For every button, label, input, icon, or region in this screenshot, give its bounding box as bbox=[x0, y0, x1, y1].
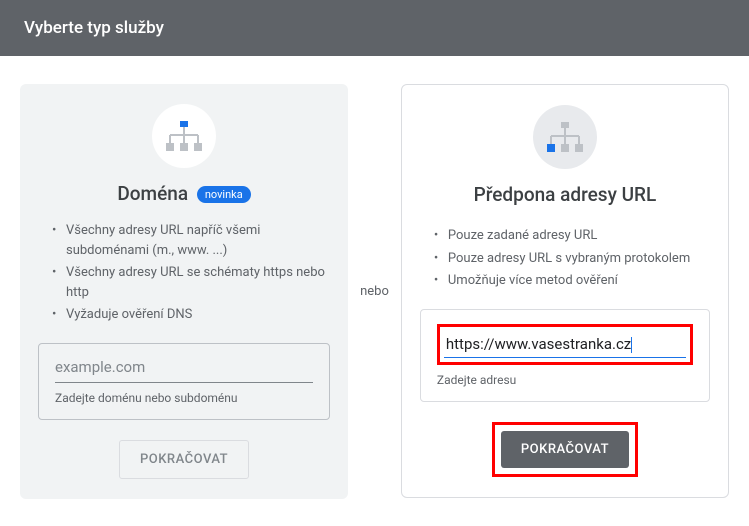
page-header: Vyberte typ služby bbox=[0, 0, 749, 56]
url-bullet-list: Pouze zadané adresy URL Pouze adresy URL… bbox=[420, 226, 710, 291]
domain-title-text: Doména bbox=[117, 182, 188, 205]
url-continue-button[interactable]: POKRAČOVAT bbox=[501, 431, 629, 468]
url-bullet: Pouze adresy URL s vybraným protokolem bbox=[434, 249, 710, 269]
domain-card: Doména novinka Všechny adresy URL napříč… bbox=[20, 84, 348, 499]
content-area: Doména novinka Všechny adresy URL napříč… bbox=[0, 56, 749, 499]
url-bullet: Pouze zadané adresy URL bbox=[434, 226, 710, 246]
domain-bullet: Všechny adresy URL napříč všemi subdomén… bbox=[52, 221, 330, 260]
header-title: Vyberte typ služby bbox=[24, 18, 164, 38]
url-input[interactable]: https://www.vasestranka.cz bbox=[444, 331, 686, 358]
domain-bullet-list: Všechny adresy URL napříč všemi subdomén… bbox=[38, 221, 330, 325]
highlight-box: https://www.vasestranka.cz bbox=[437, 324, 693, 365]
sitemap-icon bbox=[152, 104, 216, 168]
highlight-box: POKRAČOVAT bbox=[492, 422, 638, 477]
domain-input[interactable]: example.com bbox=[55, 358, 313, 383]
new-badge: novinka bbox=[197, 186, 251, 203]
separator-text: nebo bbox=[358, 284, 391, 299]
domain-card-title: Doména novinka bbox=[38, 182, 330, 205]
domain-bullet: Všechny adresy URL se schématy https neb… bbox=[52, 263, 330, 302]
domain-input-hint: Zadejte doménu nebo subdoménu bbox=[55, 391, 313, 405]
url-input-value: https://www.vasestranka.cz bbox=[446, 335, 631, 353]
domain-continue-button[interactable]: POKRAČOVAT bbox=[119, 440, 249, 479]
url-input-hint: Zadejte adresu bbox=[437, 373, 693, 387]
url-input-area[interactable]: https://www.vasestranka.cz Zadejte adres… bbox=[420, 309, 710, 402]
sitemap-icon bbox=[533, 105, 597, 169]
domain-input-area[interactable]: example.com Zadejte doménu nebo subdomén… bbox=[38, 343, 330, 420]
url-card-title: Předpona adresy URL bbox=[420, 183, 710, 206]
url-bullet: Umožňuje více metod ověření bbox=[434, 271, 710, 291]
domain-bullet: Vyžaduje ověření DNS bbox=[52, 305, 330, 325]
text-cursor bbox=[631, 337, 632, 353]
url-prefix-card: Předpona adresy URL Pouze zadané adresy … bbox=[401, 84, 729, 498]
